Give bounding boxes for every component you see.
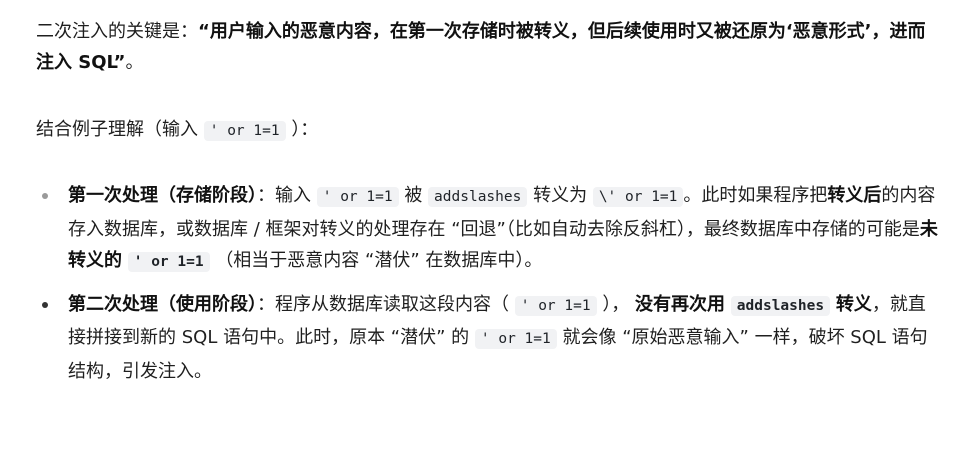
emphasis: 没有再次用 (635, 293, 726, 315)
inline-code: ' or 1=1 (316, 187, 399, 207)
intro-lead: 二次注入的关键是： (36, 21, 198, 42)
emphasis: 转义后 (827, 185, 882, 206)
text-run: 被 (404, 185, 423, 206)
step-title: 第二次处理（使用阶段） (68, 293, 257, 315)
inline-code: \' or 1=1 (592, 187, 684, 207)
inline-code: ' or 1=1 (127, 252, 210, 272)
list-item: 第二次处理（使用阶段）：程序从数据库读取这段内容（ ' or 1=1 ）， 没有… (36, 289, 943, 388)
text-run: 。此时如果程序把 (683, 185, 828, 206)
steps-list: 第一次处理（存储阶段）：输入 ' or 1=1 被 addslashes 转义为… (36, 180, 943, 397)
inline-code: ' or 1=1 (514, 295, 597, 316)
bullet-icon (42, 193, 48, 199)
text-run: 转义为 (533, 185, 588, 206)
inline-code: ' or 1=1 (474, 329, 557, 349)
text-run: ）， (602, 293, 630, 315)
bullet-icon (42, 301, 48, 308)
intro-tail: 。 (125, 52, 144, 73)
document: 二次注入的关键是：“用户输入的恶意内容，在第一次存储时被转义，但后续使用时又被还… (0, 0, 957, 469)
list-item: 第一次处理（存储阶段）：输入 ' or 1=1 被 addslashes 转义为… (36, 180, 943, 279)
example-lead: 结合例子理解（输入 (36, 119, 198, 140)
intro-paragraph: 二次注入的关键是：“用户输入的恶意内容，在第一次存储时被转义，但后续使用时又被还… (36, 16, 939, 78)
inline-code: addslashes (428, 187, 528, 207)
text-run: ：输入 (257, 185, 311, 206)
text-run: （相当于恶意内容 “潜伏” 在数据库中）。 (215, 250, 543, 271)
example-paragraph: 结合例子理解（输入 ' or 1=1 ）： (36, 114, 939, 147)
inline-code: addslashes (730, 295, 831, 316)
example-tail: ）： (291, 119, 319, 140)
text-run: ：程序从数据库读取这段内容（ (257, 293, 509, 315)
step-title: 第一次处理（存储阶段） (68, 185, 257, 206)
example-code: ' or 1=1 (203, 121, 286, 141)
emphasis: 转义 (835, 293, 872, 315)
